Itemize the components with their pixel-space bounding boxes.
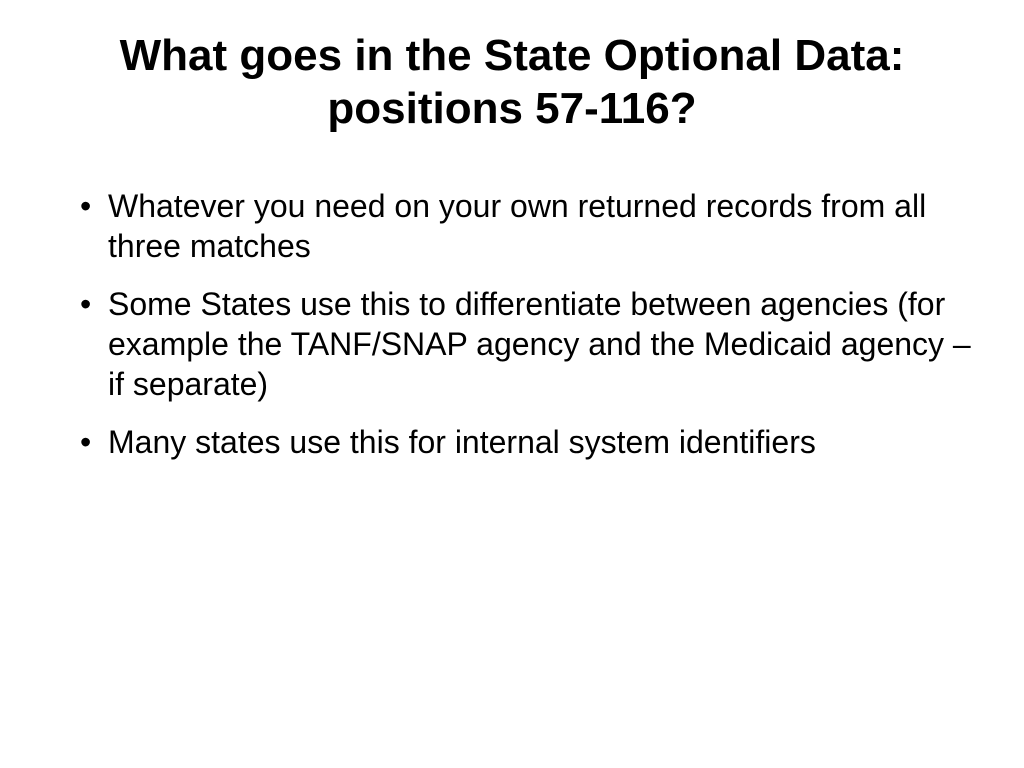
slide-title: What goes in the State Optional Data: po… — [50, 30, 974, 136]
list-item: Many states use this for internal system… — [80, 422, 974, 462]
list-item: Whatever you need on your own returned r… — [80, 186, 974, 266]
bullet-list: Whatever you need on your own returned r… — [50, 186, 974, 462]
list-item: Some States use this to differentiate be… — [80, 284, 974, 404]
